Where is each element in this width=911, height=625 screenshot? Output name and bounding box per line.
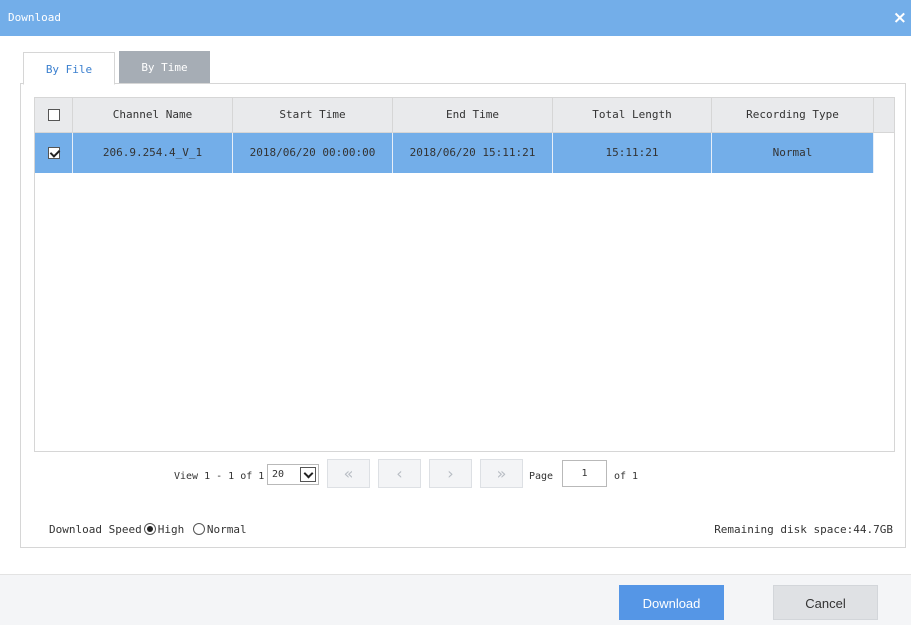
first-page-button[interactable]: « [327, 459, 370, 488]
download-button[interactable]: Download [619, 585, 724, 620]
cell-recording-type: Normal [712, 133, 874, 173]
cancel-button[interactable]: Cancel [773, 585, 878, 620]
tab-by-time[interactable]: By Time [119, 51, 210, 83]
speed-normal-radio[interactable] [192, 523, 205, 535]
column-header-recording-type[interactable]: Recording Type [712, 98, 874, 132]
download-speed-label: Download Speed [49, 523, 142, 536]
row-checkbox[interactable] [48, 147, 60, 159]
title-bar: Download × [0, 0, 911, 36]
column-header-total-length[interactable]: Total Length [553, 98, 712, 132]
select-all-checkbox[interactable] [48, 109, 60, 121]
close-icon[interactable]: × [893, 8, 907, 28]
chevron-down-icon[interactable] [300, 467, 316, 482]
cell-start-time: 2018/06/20 00:00:00 [233, 133, 393, 173]
table-header: Channel Name Start Time End Time Total L… [35, 98, 894, 133]
column-header-start-time[interactable]: Start Time [233, 98, 393, 132]
page-size-value: 20 [272, 469, 285, 480]
speed-normal-label[interactable]: Normal [207, 523, 247, 536]
previous-page-button[interactable]: ‹ [378, 459, 421, 488]
window-title: Download [8, 11, 61, 24]
cell-total-length: 15:11:21 [553, 133, 712, 173]
page-size-select[interactable]: 20 [267, 464, 319, 485]
header-spacer [874, 98, 894, 132]
speed-high-label[interactable]: High [158, 523, 185, 536]
table-row[interactable]: 206.9.254.4_V_1 2018/06/20 00:00:00 2018… [35, 133, 874, 173]
column-header-end-time[interactable]: End Time [393, 98, 553, 132]
recordings-table: Channel Name Start Time End Time Total L… [34, 97, 895, 452]
header-select-cell [35, 98, 73, 132]
cell-end-time: 2018/06/20 15:11:21 [393, 133, 553, 173]
remaining-disk-space: Remaining disk space:44.7GB [714, 523, 893, 536]
column-header-channel-name[interactable]: Channel Name [73, 98, 233, 132]
cell-channel-name: 206.9.254.4_V_1 [73, 133, 233, 173]
speed-high-radio[interactable] [143, 523, 156, 535]
download-speed-group: Download Speed High Normal [49, 523, 247, 536]
tab-by-file[interactable]: By File [23, 52, 115, 85]
page-number-input[interactable]: 1 [562, 460, 607, 487]
row-select-cell [35, 133, 73, 173]
page-count: of 1 [614, 471, 639, 482]
next-page-button[interactable]: › [429, 459, 472, 488]
last-page-button[interactable]: » [480, 459, 523, 488]
pagination-summary: View 1 - 1 of 1 [174, 471, 265, 482]
page-label: Page [529, 471, 554, 482]
